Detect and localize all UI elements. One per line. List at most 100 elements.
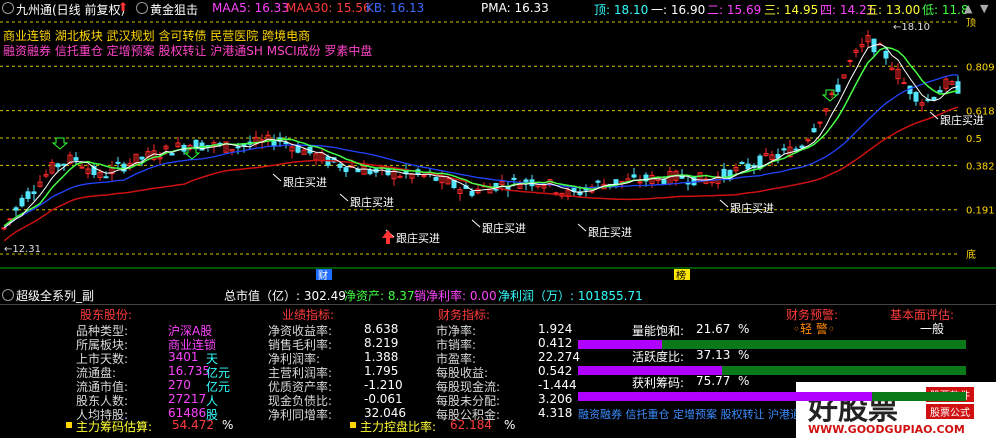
- kb-readout: KB: 16.13: [366, 1, 425, 15]
- buy-marker-label: 跟庄买进: [350, 195, 394, 209]
- fib-level-label: 底: [966, 248, 976, 261]
- candle-body: [421, 174, 427, 177]
- marker-pointer: [272, 173, 282, 182]
- fib-level-label: 0.5: [966, 134, 982, 145]
- sell-arrow-icon: [51, 137, 69, 150]
- candle-body: [847, 60, 853, 63]
- candle-body: [781, 148, 787, 151]
- strategy-name[interactable]: 黄金狙击: [150, 1, 198, 18]
- control-label: 主力控盘比率:: [360, 420, 437, 434]
- finance-section-title: 财务指标:: [438, 308, 491, 322]
- kline-chart[interactable]: 底 0.191 0.382 0.5 0.618 0.809 顶 ←18.10 ←12.31 跟庄买…: [0, 17, 996, 282]
- control-marker-icon: [350, 422, 356, 428]
- indicator-toggle-icon[interactable]: [136, 2, 148, 14]
- performance-row-value: -1.210: [364, 378, 403, 392]
- stock-section-title: 股东股份:: [80, 308, 133, 322]
- finance-row-value: 0.412: [538, 336, 573, 350]
- sales-margin: 销净利率: 0.00: [414, 289, 497, 303]
- candle-body: [235, 146, 241, 149]
- candle-body: [337, 163, 343, 168]
- meter-value: 21.67: [696, 322, 731, 336]
- warning-value: ◦轻 警◦: [793, 322, 835, 336]
- meter-value: 75.77: [696, 374, 731, 388]
- finance-row-value: 0.542: [538, 364, 573, 378]
- net-asset: 净资产: 8.37: [344, 289, 415, 303]
- finance-marker: 财: [318, 269, 328, 280]
- stock-title[interactable]: 九州通(日线 前复权): [16, 1, 125, 18]
- high-price-label: ←18.10: [893, 22, 930, 33]
- pma-readout: PMA: 16.33: [481, 1, 549, 15]
- fib-level-label: 0.191: [966, 206, 995, 217]
- scroll-up-icon[interactable]: ▲: [964, 2, 972, 15]
- sub-indicator-bar: 超级全系列_副 总市值（亿）: 302.49 净资产: 8.37 销净利率: 0…: [0, 286, 996, 304]
- marker-pointer: [339, 193, 349, 202]
- buy-marker-label: 跟庄买进: [396, 231, 440, 245]
- candle-body: [595, 180, 601, 183]
- candle-body: [811, 128, 817, 133]
- board-marker: 榜: [676, 269, 686, 280]
- level-two-readout: 二: 15.69: [707, 3, 762, 17]
- level-five-readout: 五: 13.00: [866, 3, 921, 17]
- low-level-readout: 低: 11.8: [922, 3, 969, 17]
- candle-body: [31, 191, 37, 195]
- buy-arrow-icon: [382, 230, 394, 244]
- candle-body: [433, 176, 439, 181]
- ma30-readout: MAA30: 15.56: [286, 1, 371, 15]
- buy-marker-label: 跟庄买进: [730, 201, 774, 215]
- candle-body: [721, 168, 727, 179]
- fib-level-label: 0.382: [966, 161, 995, 172]
- top-level-readout: 顶: 18.10: [594, 3, 649, 17]
- meter-label: 获利筹码:: [632, 376, 685, 390]
- candle-body: [937, 90, 943, 93]
- market-cap: 总市值（亿）: 302.49: [224, 289, 346, 303]
- candle-body: [55, 163, 61, 168]
- scroll-down-icon[interactable]: ▼: [980, 2, 988, 15]
- candle-body: [931, 96, 937, 101]
- buy-marker-label: 跟庄买进: [482, 221, 526, 235]
- candle-body: [169, 152, 175, 156]
- finance-row-label: 每股公积金:: [436, 408, 501, 422]
- watermark-tag-formula: 股票公式: [926, 404, 974, 419]
- candle-body: [511, 177, 517, 181]
- candle-body: [793, 148, 799, 151]
- performance-row-value: 1.795: [364, 364, 399, 378]
- sub-collapse-icon[interactable]: [2, 289, 14, 301]
- basic-value: 一般: [920, 322, 945, 336]
- fib-level-label: 顶: [966, 18, 976, 29]
- buy-marker-label: 跟庄买进: [588, 225, 632, 239]
- marker-pointer: [471, 219, 481, 228]
- sell-arrow-icon: [183, 147, 201, 160]
- collapse-icon[interactable]: [2, 2, 14, 14]
- stock-row-label: 人均持股:: [76, 408, 129, 422]
- candle-body: [115, 161, 121, 164]
- panel-divider: [0, 304, 996, 305]
- ma5-readout: MAA5: 16.33: [212, 1, 289, 15]
- meter-label: 活跃度比:: [632, 350, 685, 364]
- stock-row-value: 61486: [168, 406, 207, 420]
- chip-marker-icon: [66, 422, 72, 428]
- stock-row-unit: 股: [206, 408, 219, 422]
- candle-body: [19, 197, 25, 207]
- net-profit: 净利润（万）: 101855.71: [498, 289, 643, 303]
- meter-value: 37.13: [696, 348, 731, 362]
- fundamentals-panel: 股东股份: 业绩指标: 财务指标: 财务预警: 基本面评估: ◦轻 警◦ 一般 …: [0, 304, 996, 438]
- marker-pointer: [577, 223, 587, 232]
- level-one-readout: 一: 16.90: [651, 3, 706, 17]
- performance-row-value: -0.061: [364, 392, 403, 406]
- finance-row-value: 3.206: [538, 392, 573, 406]
- concept-line-2: 融资融券 信托重仓 定增预案 股权转让 沪港通SH MSCI成份 罗素中盘: [3, 44, 373, 58]
- candle-body: [61, 163, 67, 166]
- buy-marker-label: 跟庄买进: [283, 175, 327, 189]
- candle-body: [367, 169, 373, 175]
- watermark-text: 好股票: [808, 392, 898, 427]
- candle-body: [691, 175, 697, 186]
- sub-indicator-name[interactable]: 超级全系列_副: [16, 287, 94, 304]
- candle-body: [139, 156, 145, 160]
- candle-body: [469, 190, 475, 196]
- watermark-box: 好股票 股票软件 股票公式 WWW.GOODGUPIAO.COM: [796, 382, 996, 438]
- chip-unit: %: [222, 418, 234, 432]
- finance-row-value: 1.924: [538, 322, 573, 336]
- candle-body: [73, 157, 79, 161]
- marker-pointer: [719, 199, 729, 208]
- fib-level-label: 0.809: [966, 62, 995, 73]
